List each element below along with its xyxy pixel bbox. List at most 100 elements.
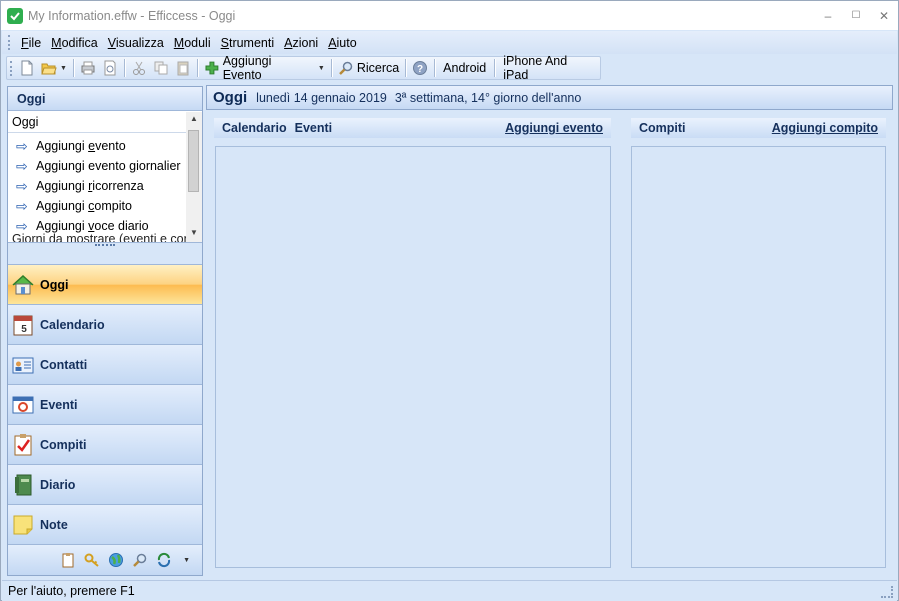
sync-icon[interactable] [156,552,172,568]
task-add-recurrence[interactable]: ⇨ Aggiungi ricorrenza [8,176,202,196]
pane-splitter[interactable] [8,242,202,264]
days-to-show-label: Giorni da mostrare (eventi e com [12,232,190,242]
nav-label: Oggi [40,277,69,292]
print-button[interactable] [77,57,99,79]
toolbar-separator [494,59,496,77]
nav-label: Diario [40,477,76,492]
menu-file[interactable]: File [17,36,47,50]
today-header: Oggi lunedì 14 gennaio 2019 3ª settimana… [206,85,893,110]
events-icon [12,396,34,413]
nav-label: Calendario [40,317,105,332]
globe-icon[interactable] [108,552,124,568]
add-event-dropdown-arrow-icon[interactable]: ▼ [318,65,325,72]
add-event-button[interactable]: Aggiungi Evento ▼ [201,54,328,82]
search-icon[interactable] [132,552,148,568]
add-event-link[interactable]: Aggiungi evento [505,121,603,135]
diary-book-icon [15,474,32,495]
nav-label: Contatti [40,357,88,372]
status-bar: Per l'aiuto, premere F1 [2,580,897,601]
folder-open-icon [41,63,57,75]
scroll-down-icon[interactable]: ▼ [186,228,202,242]
scroll-thumb[interactable] [188,130,199,192]
scroll-up-icon[interactable]: ▲ [186,114,202,128]
week-info: 3ª settimana, 14° giorno dell'anno [394,90,582,105]
toolbar-separator [72,59,74,77]
tasks-title: Compiti [639,121,686,135]
page-title: Oggi [213,89,248,106]
nav-contatti[interactable]: Contatti [8,344,202,384]
iphone-ipad-button[interactable]: iPhone And iPad [498,54,600,82]
help-icon: ? [413,61,428,75]
task-label: Aggiungi voce diario [36,219,149,233]
task-clipboard-icon [14,433,32,455]
task-add-task[interactable]: ⇨ Aggiungi compito [8,196,202,216]
arrow-right-icon: ⇨ [16,177,28,194]
menu-moduli[interactable]: Moduli [170,36,217,50]
android-button[interactable]: Android [438,57,491,79]
copy-icon [154,61,168,75]
menu-strumenti[interactable]: Strumenti [217,36,281,50]
menu-modifica[interactable]: Modifica [47,36,104,50]
open-dropdown-arrow-icon[interactable]: ▼ [60,65,67,72]
resize-grip-icon[interactable] [881,586,893,598]
nav-label: Note [40,517,68,532]
close-button[interactable]: ✕ [870,1,898,30]
task-list-title: Oggi [8,112,188,133]
events-col-calendar: Calendario [222,121,287,135]
task-label: Aggiungi compito [36,199,132,213]
clipboard-icon[interactable] [60,552,76,568]
nav-compiti[interactable]: Compiti [8,424,202,464]
nav-note[interactable]: Note [8,504,202,544]
task-add-event[interactable]: ⇨ Aggiungi evento [8,136,202,156]
house-icon [12,274,34,294]
printer-icon [81,61,95,75]
print-preview-button[interactable] [99,57,121,79]
print-preview-icon [104,60,116,76]
toolbar-separator [405,59,407,77]
menu-aiuto[interactable]: Aiuto [324,36,363,50]
add-event-label: Aggiungi Evento [222,54,272,82]
nav-oggi[interactable]: Oggi [8,264,202,304]
arrow-right-icon: ⇨ [16,157,28,174]
search-label: Ricerca [356,61,400,75]
menu-azioni[interactable]: Azioni [280,36,324,50]
minimize-button[interactable]: – [814,1,842,30]
app-check-icon [7,7,23,24]
toolbar-separator [123,59,125,77]
tasks-header: Compiti Aggiungi compito [631,118,886,138]
nav-calendario[interactable]: 5 Calendario [8,304,202,344]
search-button[interactable]: Ricerca [335,57,402,79]
nav-diario[interactable]: Diario [8,464,202,504]
new-file-button[interactable] [16,57,38,79]
svg-text:5: 5 [21,324,27,335]
menu-bar: File Modifica Visualizza Moduli Strument… [2,31,897,54]
events-col-events: Eventi [294,121,333,135]
menu-visualizza[interactable]: Visualizza [104,36,170,50]
events-list[interactable] [215,146,611,568]
add-task-link[interactable]: Aggiungi compito [772,121,878,135]
task-list: Oggi ⇨ Aggiungi evento ⇨ Aggiungi evento… [8,112,202,242]
copy-button[interactable] [150,57,172,79]
task-scrollbar[interactable]: ▲ ▼ [186,112,202,242]
splitter-grip[interactable] [95,244,115,246]
nav-eventi[interactable]: Eventi [8,384,202,424]
toolbar-separator [196,59,198,77]
tasks-list[interactable] [631,146,886,568]
toolbar: ▼ Aggiungi Evento ▼ Ricerca ? Android iP… [6,54,601,82]
svg-text:?: ? [417,64,423,75]
app-window: My Information.effw - Efficcess - Oggi –… [0,0,899,601]
task-add-daily-event[interactable]: ⇨ Aggiungi evento giornalier [8,156,202,176]
navigation-pane: Oggi Oggi ⇨ Aggiungi evento ⇨ Aggiungi e… [7,86,203,576]
task-label: Aggiungi ricorrenza [36,179,144,193]
key-icon[interactable] [84,552,100,568]
paste-button[interactable] [172,57,194,79]
maximize-button[interactable]: ☐ [842,1,870,30]
cut-button[interactable] [128,57,150,79]
open-folder-button[interactable]: ▼ [38,57,70,79]
help-button[interactable]: ? [409,57,431,79]
today-date: lunedì 14 gennaio 2019 [256,90,387,105]
events-header: Calendario Eventi Aggiungi evento [214,118,611,138]
nav-label: Compiti [40,437,87,452]
configure-buttons-arrow-icon[interactable]: ▼ [183,557,190,564]
new-file-icon [21,60,33,76]
